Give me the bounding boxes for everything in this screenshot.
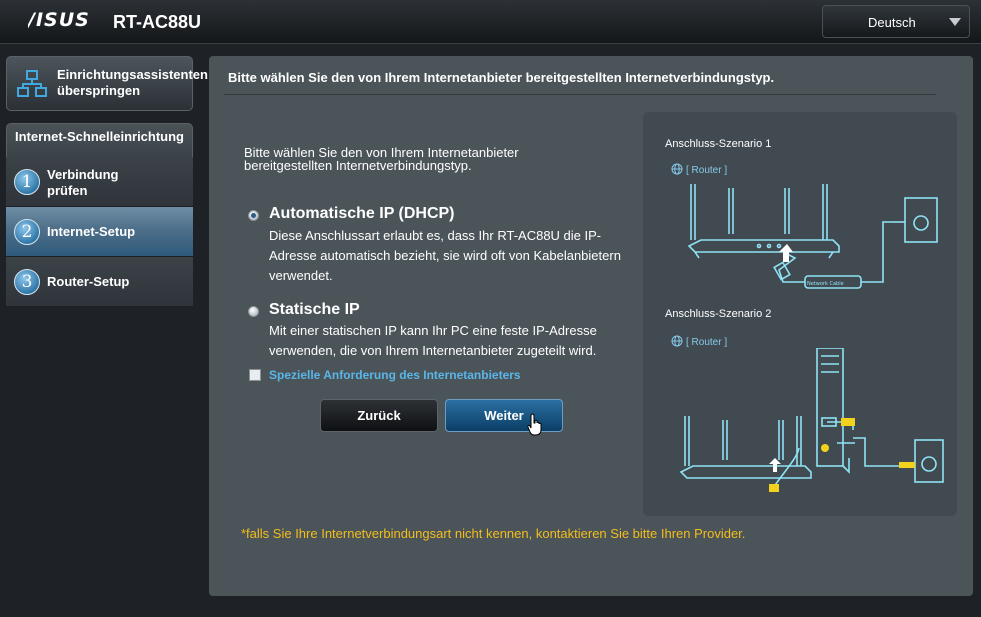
step-router-setup[interactable]: 3 Router-Setup xyxy=(6,257,193,307)
scenario2-label: Anschluss-Szenario 2 xyxy=(665,308,772,320)
step-internet-setup[interactable]: 2 Internet-Setup xyxy=(6,207,193,257)
language-selector[interactable]: Deutsch xyxy=(822,5,970,38)
intro-text: Bitte wählen Sie den von Ihrem Interneta… xyxy=(244,145,519,173)
step-label: Internet-Setup xyxy=(47,224,136,239)
skip-wizard-button[interactable]: Einrichtungsassistenten überspringen xyxy=(6,56,208,111)
page-title: Bitte wählen Sie den von Ihrem Interneta… xyxy=(228,70,775,85)
main-panel: Bitte wählen Sie den von Ihrem Interneta… xyxy=(209,56,973,596)
svg-text:/ISUS: /ISUS xyxy=(28,11,90,29)
step-number: 1 xyxy=(14,169,40,195)
dhcp-title: Automatische IP (DHCP) xyxy=(269,205,455,222)
provider-footnote: *falls Sie Ihre Internetverbindungsart n… xyxy=(241,526,746,541)
scenario1-router-tag: [ Router ] xyxy=(671,163,727,176)
network-icon xyxy=(17,70,47,97)
special-request-checkbox[interactable] xyxy=(249,369,261,381)
top-bar: /ISUS RT-AC88U Deutsch xyxy=(0,0,981,44)
globe-icon xyxy=(671,335,683,347)
step-number: 2 xyxy=(14,219,40,245)
dhcp-description: Diese Anschlussart erlaubt es, dass Ihr … xyxy=(269,228,621,283)
back-button[interactable]: Zurück xyxy=(320,399,438,432)
step-label: Router-Setup xyxy=(47,274,130,289)
scenario1-label: Anschluss-Szenario 1 xyxy=(665,138,772,150)
step-number: 3 xyxy=(14,269,40,295)
title-divider xyxy=(224,94,936,95)
static-ip-description: Mit einer statischen IP kann Ihr PC eine… xyxy=(269,323,597,358)
static-ip-radio[interactable] xyxy=(248,306,259,317)
router-tag-label: [ Router ] xyxy=(686,337,728,348)
globe-icon xyxy=(671,163,683,175)
router-model: RT-AC88U xyxy=(113,12,202,32)
hand-cursor-icon xyxy=(527,413,542,436)
step-label: Verbindung prüfen xyxy=(47,167,119,198)
quick-setup-heading: Internet-Schnelleinrichtung xyxy=(6,123,193,159)
asus-logo: /ISUS xyxy=(26,9,100,35)
chevron-down-icon xyxy=(949,18,961,26)
language-label: Deutsch xyxy=(868,15,916,30)
router-tag-label: [ Router ] xyxy=(686,165,728,176)
next-button[interactable]: Weiter xyxy=(445,399,563,432)
setup-steps: 1 Verbindung prüfen 2 Internet-Setup 3 R… xyxy=(6,157,193,307)
scenario2-diagram xyxy=(679,348,944,492)
static-ip-title: Statische IP xyxy=(269,301,360,318)
asus-logo-graphic: /ISUS xyxy=(26,9,90,31)
cable-label: Network Cable xyxy=(807,281,844,287)
scenario1-diagram: Network Cable xyxy=(687,184,938,289)
special-request-link[interactable]: Spezielle Anforderung des Internetanbiet… xyxy=(269,368,521,382)
skip-wizard-label: Einrichtungsassistenten überspringen xyxy=(57,67,208,98)
step-verify-connection[interactable]: 1 Verbindung prüfen xyxy=(6,157,193,207)
scenario2-router-tag: [ Router ] xyxy=(671,335,727,348)
dhcp-radio[interactable] xyxy=(248,210,259,221)
connection-scenarios: Anschluss-Szenario 1 [ Router ] Network … xyxy=(643,112,957,516)
